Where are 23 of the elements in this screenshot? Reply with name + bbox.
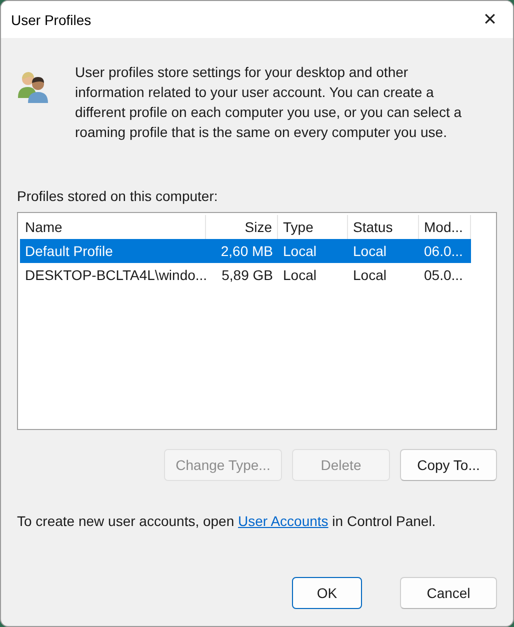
profiles-list[interactable]: Name Size Type Status Mod... Default Profile 2,60 MB Local Local 06.0... DESKTOP-BCLTA4L\windo... 5,89 GB Local Local 05.0...: [17, 212, 497, 430]
window-title: User Profiles: [11, 12, 92, 28]
table-cell-text: DESKTOP-BCLTA4L\windo...: [24, 267, 206, 283]
table-cell-text: Local: [352, 267, 388, 283]
close-button[interactable]: ✕: [467, 1, 513, 38]
dialog-button[interactable]: Cancel: [400, 577, 497, 609]
table-cell-text: 06.0...: [423, 243, 464, 259]
users-icon: [17, 70, 49, 104]
table-cell-text: Local: [282, 267, 318, 283]
table-cell-text: Local: [282, 243, 318, 259]
action-button[interactable]: Copy To...: [400, 449, 497, 481]
table-cell-text: 05.0...: [423, 267, 464, 283]
footer-text: To create new user accounts, open User Accounts in Control Panel.: [17, 513, 437, 529]
list-label: Profiles stored on this computer:: [17, 188, 219, 204]
table-cell-text: Default Profile: [24, 243, 114, 259]
description-text: User profiles store settings for your desktop and other information related to your user account. You can create a different profile on each computer you use, or you can select a roaming profile that is the same on every computer you use.: [75, 63, 463, 142]
table-cell-text: 2,60 MB: [220, 243, 274, 259]
profile-row[interactable]: Default Profile 2,60 MB Local Local 06.0...: [20, 239, 471, 263]
dialog-button[interactable]: OK: [292, 577, 362, 609]
user-accounts-link[interactable]: User Accounts: [238, 513, 328, 529]
table-cell-text: 5,89 GB: [220, 267, 274, 283]
table-cell-text: Local: [352, 243, 388, 259]
profile-row[interactable]: DESKTOP-BCLTA4L\windo... 5,89 GB Local Local 05.0...: [20, 263, 471, 287]
